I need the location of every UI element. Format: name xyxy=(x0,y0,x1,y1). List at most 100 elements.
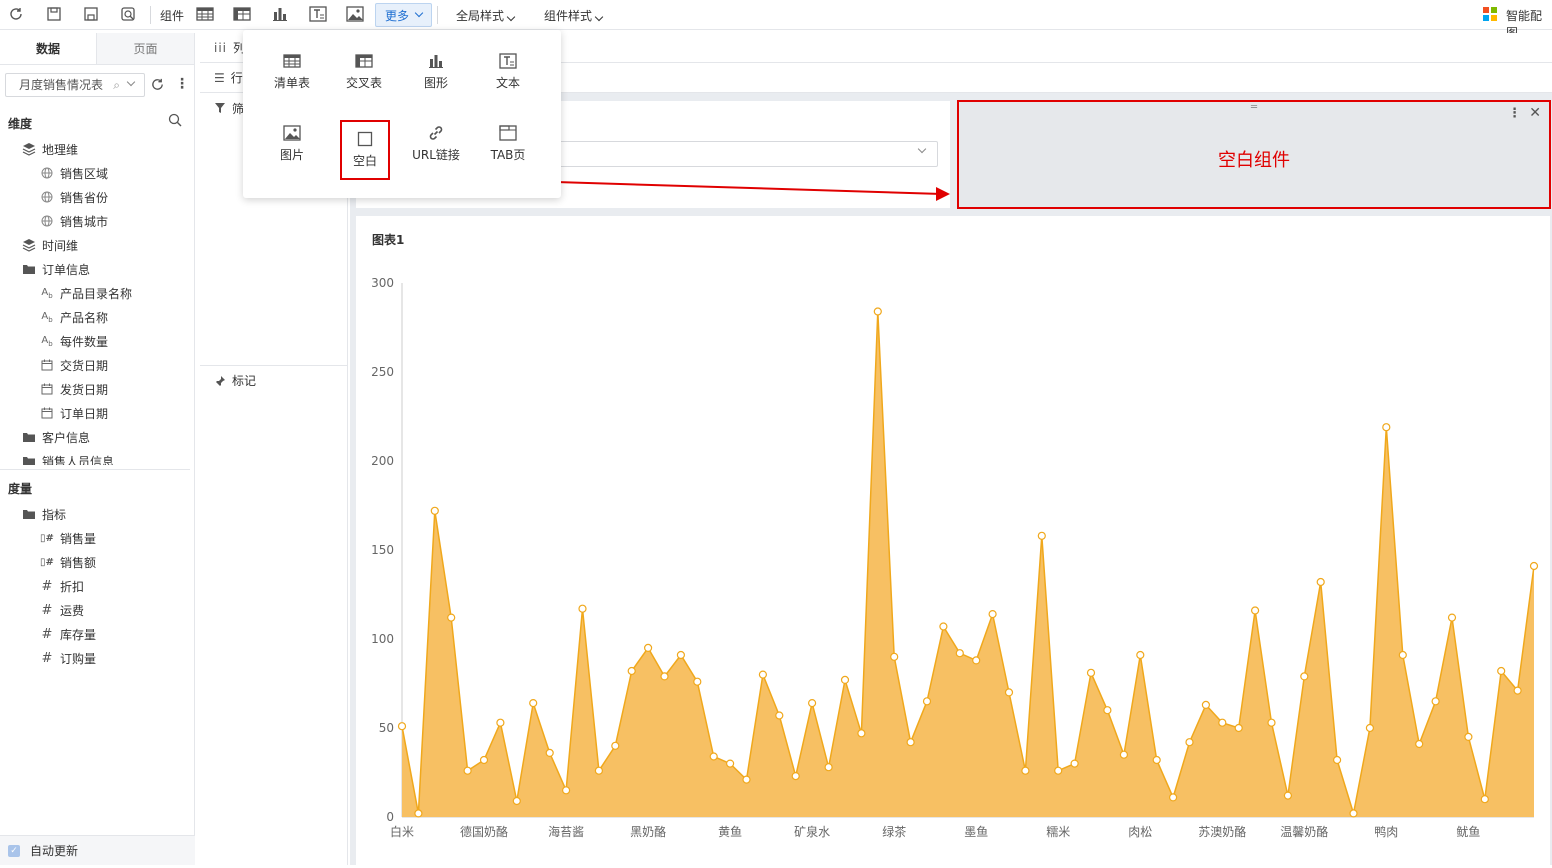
bar-chart-icon[interactable] xyxy=(270,5,290,23)
data-point xyxy=(660,672,669,681)
tree-item-label: 客户信息 xyxy=(42,430,91,445)
tree-item[interactable]: 发货日期 xyxy=(40,379,108,399)
measure-header: 度量 xyxy=(8,482,33,496)
tree-item[interactable]: ▯# 销售额 xyxy=(40,552,96,572)
tree-item-label: 销售区域 xyxy=(60,166,109,181)
tree-item[interactable]: ▯# 销售量 xyxy=(40,528,96,548)
tree-item[interactable]: 指标 xyxy=(22,504,66,524)
y-tick-label: 300 xyxy=(371,276,394,290)
dropdown-item[interactable]: 图片 xyxy=(262,120,322,168)
chart-component[interactable]: 图表1 0 50 100 150 200 250 300 白米 德国奶酪 海苔酱 黑奶酪 黄鱼 矿泉水 绿… xyxy=(356,216,1550,865)
section-divider xyxy=(0,469,190,470)
filter-select[interactable] xyxy=(556,141,938,167)
x-tick-label: 苏澳奶酪 xyxy=(1198,824,1246,839)
data-point xyxy=(922,697,932,706)
dropdown-item[interactable]: TAB页 xyxy=(478,120,538,168)
smart-config-icon[interactable] xyxy=(1480,5,1500,23)
dropdown-item-label: 文本 xyxy=(495,76,520,90)
text-box-icon[interactable] xyxy=(308,5,328,23)
table-icon[interactable] xyxy=(195,5,215,23)
more-dropdown-menu: 清单表 交叉表 图形 文本图片 空白 URL链接 TAB页 xyxy=(243,30,561,198)
rows-label: 行 xyxy=(230,71,243,85)
component-style-button[interactable]: 组件样式 xyxy=(544,7,604,24)
refresh-icon[interactable] xyxy=(6,5,26,23)
calendar-icon xyxy=(40,358,54,372)
dropdown-item[interactable]: 文本 xyxy=(478,48,538,96)
global-style-label: 全局样式 xyxy=(456,9,505,23)
tree-item[interactable]: 销售城市 xyxy=(40,211,108,231)
data-point xyxy=(758,670,767,679)
marks-shelf[interactable]: 标记 xyxy=(200,365,348,395)
data-point xyxy=(808,699,817,708)
tree-item[interactable]: # 折扣 xyxy=(40,576,84,596)
tree-item-label: 订购量 xyxy=(60,651,97,666)
dropdown-item-label: 图片 xyxy=(279,148,304,162)
data-point xyxy=(447,613,456,622)
dropdown-item[interactable]: 图形 xyxy=(406,48,466,96)
checkbox-checked-icon[interactable]: ✓ xyxy=(8,844,20,857)
text-field-icon: Ab xyxy=(41,286,53,300)
data-point xyxy=(693,677,702,686)
save-as-icon[interactable] xyxy=(81,5,101,23)
tree-item[interactable]: Ab 产品名称 xyxy=(40,307,108,327)
blank-component[interactable]: ═ ⋮ ✕ 空白组件 xyxy=(957,100,1551,209)
tree-item[interactable]: 订单日期 xyxy=(40,403,108,423)
data-point xyxy=(545,748,554,758)
dropdown-item[interactable]: 清单表 xyxy=(262,48,322,96)
tree-item[interactable]: 销售人员信息 xyxy=(22,451,114,465)
tree-item-label: 运费 xyxy=(60,603,85,618)
data-point xyxy=(1054,766,1063,775)
data-point xyxy=(939,622,948,631)
tree-item[interactable]: # 订购量 xyxy=(40,648,96,668)
tree-item[interactable]: 客户信息 xyxy=(22,427,90,447)
data-point xyxy=(1136,650,1145,660)
tree-item-label: 库存量 xyxy=(60,627,97,642)
drag-handle-icon[interactable]: ═ xyxy=(1251,102,1257,113)
data-point xyxy=(742,775,751,784)
data-point xyxy=(726,759,735,768)
data-point xyxy=(1168,793,1178,802)
tree-item[interactable]: Ab 产品目录名称 xyxy=(40,283,132,303)
table-icon xyxy=(283,53,301,69)
y-tick-label: 50 xyxy=(379,721,394,735)
data-point xyxy=(479,755,489,765)
tree-item[interactable]: 订单信息 xyxy=(22,259,90,279)
area-fill xyxy=(402,311,1534,817)
tree-item[interactable]: 地理维 xyxy=(22,139,78,159)
image-icon[interactable] xyxy=(345,5,365,23)
data-point xyxy=(1037,531,1046,540)
dropdown-item[interactable]: 交叉表 xyxy=(334,48,394,96)
dropdown-item-label: 清单表 xyxy=(273,76,310,90)
more-vertical-icon[interactable]: ⋮ xyxy=(1508,106,1521,121)
tree-item[interactable]: 时间维 xyxy=(22,235,78,255)
marks-label: 标记 xyxy=(232,374,257,388)
tree-item-label: 交货日期 xyxy=(60,358,109,373)
dropdown-item-label: 交叉表 xyxy=(345,76,382,90)
tree-item-label: 订单日期 xyxy=(60,406,109,421)
global-style-button[interactable]: 全局样式 xyxy=(456,7,516,24)
tree-item[interactable]: # 运费 xyxy=(40,600,84,620)
tree-item-label: 销售额 xyxy=(60,555,97,570)
close-icon[interactable]: ✕ xyxy=(1529,105,1541,121)
dropdown-item[interactable]: 空白 xyxy=(340,120,390,180)
save-icon[interactable] xyxy=(44,5,64,23)
data-point xyxy=(1349,809,1358,818)
x-tick-label: 海苔酱 xyxy=(548,824,584,839)
tree-item[interactable]: Ab 每件数量 xyxy=(40,331,108,351)
globe-icon xyxy=(40,214,54,228)
area-chart: 0 50 100 150 200 250 300 白米 德国奶酪 海苔酱 黑奶酪 黄鱼 矿泉水 绿茶 墨鱼 糯… xyxy=(371,276,1539,839)
data-point xyxy=(397,722,407,731)
preview-icon[interactable] xyxy=(118,5,138,23)
auto-update-toggle[interactable]: ✓ 自动更新 xyxy=(0,835,195,865)
dropdown-item[interactable]: URL链接 xyxy=(406,120,466,168)
more-button[interactable]: 更多 xyxy=(375,3,432,27)
tree-item[interactable]: 销售省份 xyxy=(40,187,108,207)
crosstab-icon[interactable] xyxy=(232,5,252,23)
filter-icon xyxy=(215,103,225,113)
y-tick-label: 200 xyxy=(371,454,394,468)
tree-item[interactable]: # 库存量 xyxy=(40,624,96,644)
tree-item[interactable]: 交货日期 xyxy=(40,355,108,375)
dropdown-item-label: 图形 xyxy=(423,76,448,90)
tree-item[interactable]: 销售区域 xyxy=(40,163,108,183)
data-point xyxy=(1283,791,1293,800)
